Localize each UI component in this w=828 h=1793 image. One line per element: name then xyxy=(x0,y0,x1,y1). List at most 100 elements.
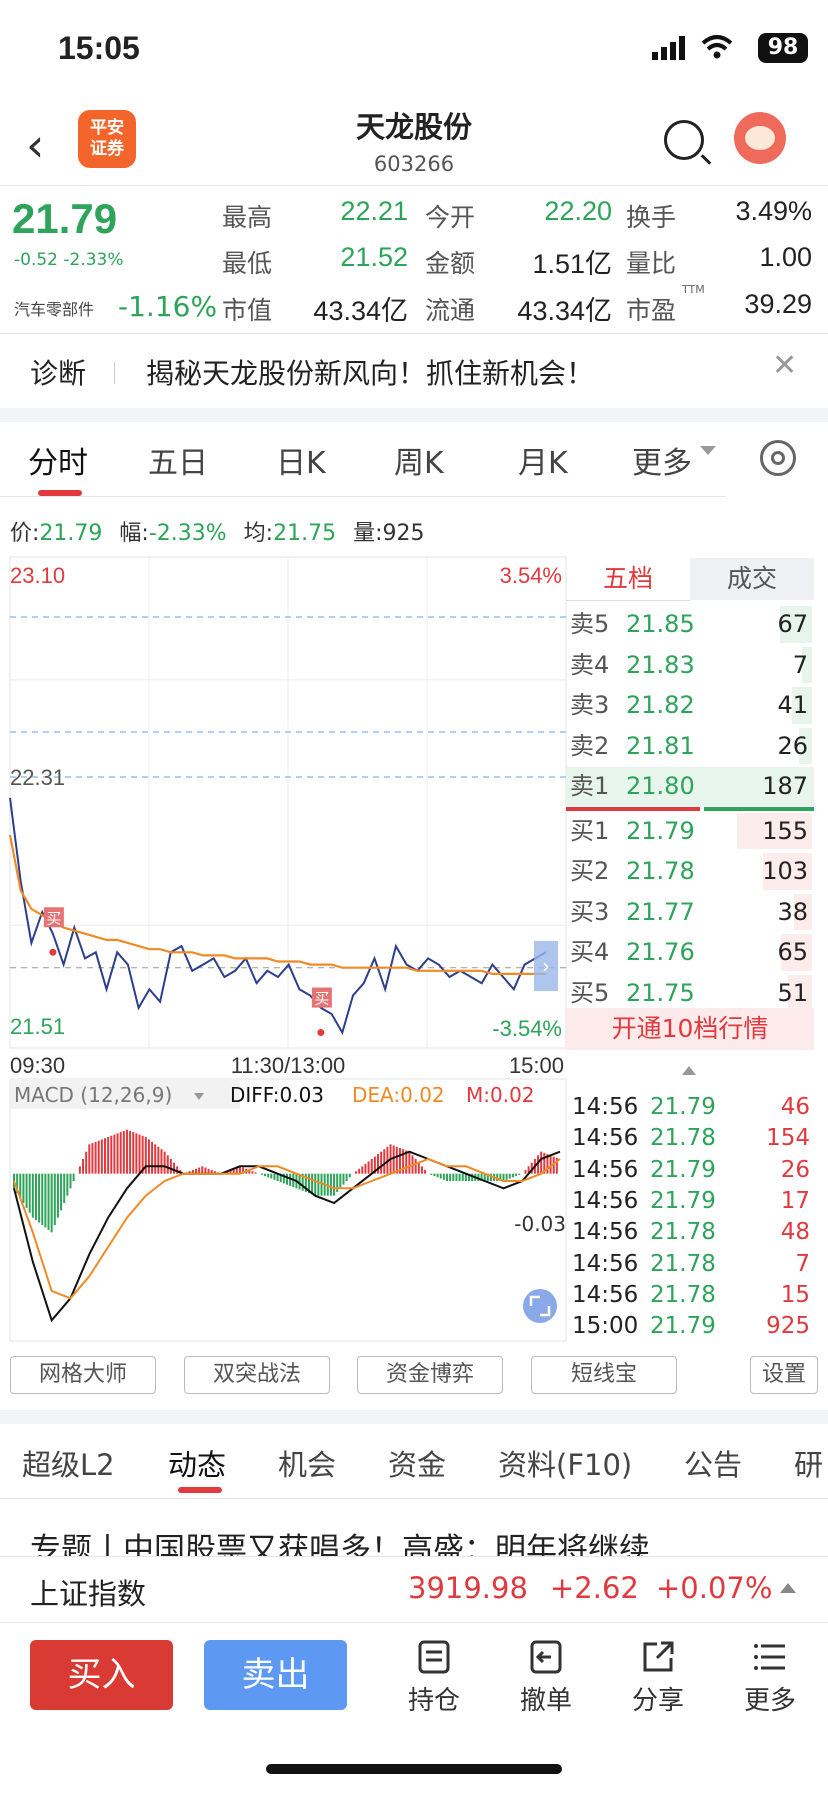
sector-change: -1.16% xyxy=(118,290,218,323)
wifi-icon xyxy=(701,35,733,59)
holdings-button[interactable]: 持仓 xyxy=(394,1640,474,1717)
tick-price: 21.79 xyxy=(650,1313,716,1340)
trade-tick-row: 14:56 21.78 154 xyxy=(572,1125,812,1156)
level-volume: 41 xyxy=(777,691,808,719)
share-icon xyxy=(643,1641,674,1672)
level-label: 买5 xyxy=(570,978,610,1007)
level-volume: 155 xyxy=(762,816,808,845)
content-tab[interactable]: 公告 xyxy=(684,1442,742,1484)
trade-marker-dot xyxy=(317,1029,325,1037)
content-tab[interactable]: 资料(F10) xyxy=(498,1442,632,1484)
level-price: 21.80 xyxy=(626,772,695,800)
intraday-chart[interactable]: 买买›23.10 3.54%22.3121.51 -3.54%09:30 11:30/… xyxy=(0,555,570,1345)
buy-button[interactable]: 买入 xyxy=(30,1640,173,1710)
quote-value: 1.51亿 xyxy=(532,249,612,279)
chevron-up-icon[interactable] xyxy=(682,1066,696,1075)
fullscreen-icon[interactable] xyxy=(523,1289,557,1323)
more-button[interactable]: 更多 xyxy=(730,1640,810,1717)
tick-time: 14:56 xyxy=(572,1156,639,1183)
order-level-row[interactable]: 买3 21.77 38 xyxy=(566,892,814,933)
pct-label-bottom: -3.54% xyxy=(492,1016,562,1041)
tool-button[interactable]: 网格大师 xyxy=(10,1356,156,1394)
macd-legend: DEA:0.02 xyxy=(352,1083,445,1107)
level-label: 买4 xyxy=(570,938,610,966)
content-tab[interactable]: 机会 xyxy=(278,1442,336,1484)
tool-button[interactable]: 设置 xyxy=(750,1356,818,1394)
level-label: 卖2 xyxy=(570,731,610,760)
order-level-row[interactable]: 卖3 21.82 41 xyxy=(566,685,814,726)
chevron-right-icon[interactable]: › xyxy=(542,954,550,978)
chart-info-line: 价:21.79 幅:-2.33% 均:21.75 量:925 xyxy=(10,521,425,546)
quote-label: 最高 xyxy=(222,203,273,232)
avatar[interactable] xyxy=(734,112,786,164)
quote-label: 量比 xyxy=(626,249,677,278)
order-level-row[interactable]: 卖4 21.83 7 xyxy=(566,645,814,686)
macd-panel-frame xyxy=(9,1078,567,1342)
cancel-order-button[interactable]: 撤单 xyxy=(506,1640,586,1717)
tab-five-levels[interactable]: 五档 xyxy=(566,558,690,601)
order-level-row[interactable]: 卖5 21.85 67 xyxy=(566,604,814,645)
sector-name[interactable]: 汽车零部件 xyxy=(14,296,94,320)
trade-tick-row: 14:56 21.78 7 xyxy=(572,1251,812,1282)
tool-button[interactable]: 资金博弈 xyxy=(357,1356,503,1394)
spread-divider xyxy=(704,806,814,811)
level-label: 卖5 xyxy=(570,610,610,638)
trade-tick-row: 14:56 21.78 15 xyxy=(572,1282,812,1313)
tick-price: 21.79 xyxy=(650,1094,716,1120)
content-tab[interactable]: 动态 xyxy=(168,1442,226,1484)
tab-trades[interactable]: 成交 xyxy=(690,558,814,600)
quote-label: 换手 xyxy=(626,203,677,232)
tick-time: 14:56 xyxy=(572,1094,639,1120)
close-icon[interactable]: ✕ xyxy=(772,348,797,383)
tick-volume: 925 xyxy=(766,1313,810,1340)
order-level-row[interactable]: 卖2 21.81 26 xyxy=(566,726,814,767)
buy-marker-label: 买 xyxy=(314,990,329,1008)
chevron-up-icon[interactable] xyxy=(780,1583,796,1593)
level-volume: 7 xyxy=(792,650,808,679)
y-label-bottom: 21.51 xyxy=(10,1014,65,1039)
signal-icon xyxy=(652,36,685,60)
tick-time: 14:56 xyxy=(572,1125,639,1152)
order-level-row[interactable]: 卖1 21.80 187 xyxy=(566,766,814,807)
tick-time: 14:56 xyxy=(572,1187,639,1214)
index-bar[interactable]: 上证指数 3919.98 +2.62 +0.07% xyxy=(0,1556,828,1621)
content-tab[interactable]: 资金 xyxy=(388,1442,446,1484)
chevron-down-icon[interactable] xyxy=(700,446,716,455)
level-volume: 65 xyxy=(777,938,808,966)
order-level-row[interactable]: 买1 21.79 155 xyxy=(566,811,814,852)
share-button[interactable]: 分享 xyxy=(618,1640,698,1717)
tick-price: 21.79 xyxy=(650,1156,716,1183)
tool-button[interactable]: 双突战法 xyxy=(184,1356,330,1394)
tab-intraday[interactable]: 分时 xyxy=(28,438,88,482)
tool-button[interactable]: 短线宝 xyxy=(531,1356,677,1394)
tab-more[interactable]: 更多 xyxy=(632,438,692,482)
tab-five-day[interactable]: 五日 xyxy=(148,438,208,482)
search-icon[interactable] xyxy=(664,120,704,160)
sell-button[interactable]: 卖出 xyxy=(204,1640,347,1710)
diagnosis-text[interactable]: 揭秘天龙股份新风向！抓住新机会！ xyxy=(146,352,594,392)
open-level10-button[interactable]: 开通10档行情 xyxy=(566,1008,814,1050)
order-level-row[interactable]: 买4 21.76 65 xyxy=(566,932,814,973)
tab-monthly[interactable]: 月K xyxy=(518,438,568,482)
active-tab-indicator xyxy=(178,1487,222,1493)
quote-label: 金额 xyxy=(425,249,476,278)
trade-tick-row: 14:56 21.79 26 xyxy=(572,1157,812,1188)
tick-volume: 26 xyxy=(780,1156,810,1183)
level-price: 21.77 xyxy=(626,897,695,926)
gear-icon[interactable] xyxy=(760,440,796,476)
content-tab[interactable]: 研 xyxy=(794,1442,823,1484)
quote-label: 流通 xyxy=(425,296,476,325)
section-gap xyxy=(0,1410,828,1424)
order-level-row[interactable]: 买2 21.78 103 xyxy=(566,851,814,892)
quote-value: 43.34亿 xyxy=(517,296,612,326)
tab-daily[interactable]: 日K xyxy=(276,438,326,482)
quote-value: 22.20 xyxy=(544,196,612,226)
quote-value: 3.49% xyxy=(735,196,812,226)
level-label: 买2 xyxy=(570,857,610,885)
level-price: 21.78 xyxy=(626,857,695,885)
content-tab[interactable]: 超级L2 xyxy=(22,1442,115,1484)
index-name: 上证指数 xyxy=(30,1577,147,1611)
tab-weekly[interactable]: 周K xyxy=(394,438,444,482)
order-level-row[interactable]: 买5 21.75 51 xyxy=(566,973,814,1014)
macd-legend: DIFF:0.03 xyxy=(230,1083,324,1107)
